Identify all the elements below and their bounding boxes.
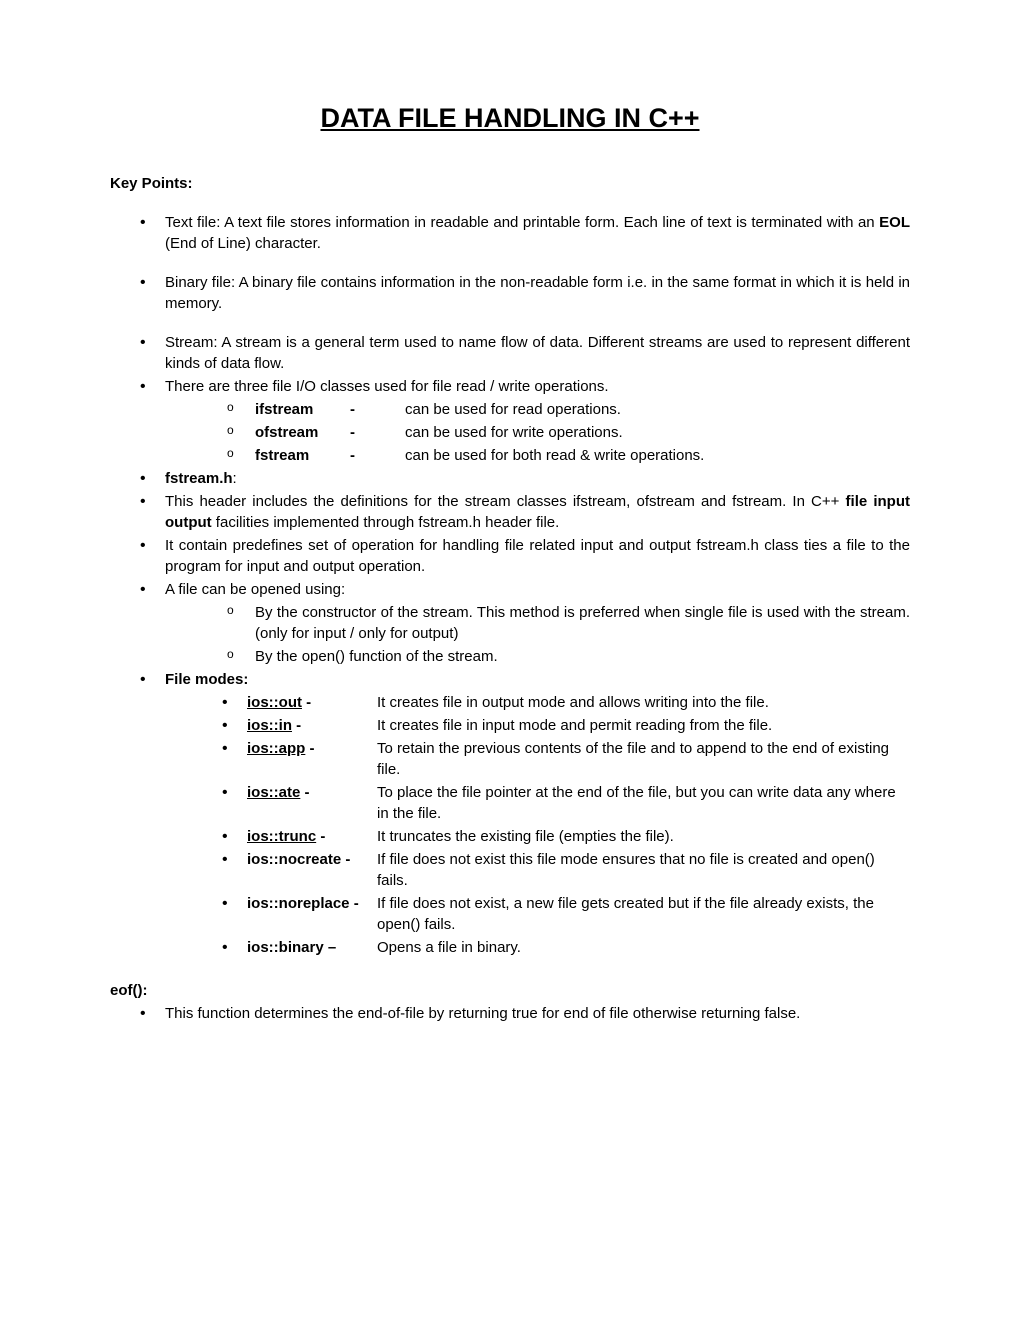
- list-item: ios::in - It creates file in input mode …: [247, 715, 910, 736]
- mode-name: ios::binary –: [247, 937, 377, 958]
- dash: -: [350, 445, 405, 466]
- mode-desc: It truncates the existing file (empties …: [377, 826, 910, 847]
- io-class-name: ifstream: [255, 399, 350, 420]
- list-item: ios::trunc - It truncates the existing f…: [247, 826, 910, 847]
- text-fragment: A file can be opened using:: [165, 581, 345, 598]
- io-class-desc: can be used for write operations.: [405, 422, 623, 443]
- fstream-h: fstream.h: [165, 470, 233, 487]
- list-item: ios::nocreate - If file does not exist t…: [247, 849, 910, 891]
- eof-list: This function determines the end-of-file…: [110, 1003, 910, 1024]
- open-ways-list: By the constructor of the stream. This m…: [165, 602, 910, 667]
- list-item: This function determines the end-of-file…: [165, 1003, 910, 1024]
- file-modes-heading: File modes:: [165, 671, 248, 688]
- dash: -: [350, 422, 405, 443]
- key-points-list: Text file: A text file stores informatio…: [110, 212, 910, 958]
- mode-desc-cont: open() fails.: [377, 914, 910, 935]
- list-item: fstream - can be used for both read & wr…: [255, 445, 910, 466]
- text-fragment: (End of Line) character.: [165, 235, 321, 252]
- list-item: ios::ate - To place the file pointer at …: [247, 782, 910, 824]
- list-item: ios::noreplace - If file does not exist,…: [247, 893, 910, 935]
- list-item: It contain predefines set of operation f…: [165, 535, 910, 577]
- text-fragment: This header includes the definitions for…: [165, 493, 846, 510]
- mode-name: ios::out -: [247, 692, 377, 713]
- list-item: A file can be opened using: By the const…: [165, 579, 910, 667]
- mode-desc: If file does not exist this file mode en…: [377, 849, 910, 870]
- mode-desc: Opens a file in binary.: [377, 937, 910, 958]
- mode-name: ios::in -: [247, 715, 377, 736]
- eol-term: EOL: [879, 214, 910, 231]
- list-item: By the open() function of the stream.: [255, 646, 910, 667]
- file-modes-list: ios::out - It creates file in output mod…: [165, 692, 910, 958]
- eof-heading: eof():: [110, 980, 910, 1001]
- text-fragment: Text file: A text file stores informatio…: [165, 214, 879, 231]
- list-item: Stream: A stream is a general term used …: [165, 332, 910, 374]
- list-item: There are three file I/O classes used fo…: [165, 376, 910, 466]
- list-item: Binary file: A binary file contains info…: [165, 272, 910, 314]
- io-classes-list: ifstream - can be used for read operatio…: [165, 399, 910, 466]
- mode-name: ios::ate -: [247, 782, 377, 803]
- mode-name: ios::nocreate -: [247, 849, 377, 870]
- mode-desc: To retain the previous contents of the f…: [377, 738, 910, 759]
- mode-name: ios::app -: [247, 738, 377, 759]
- list-item: ios::app - To retain the previous conten…: [247, 738, 910, 780]
- page-title: DATA FILE HANDLING IN C++: [110, 100, 910, 138]
- key-points-heading: Key Points:: [110, 173, 910, 194]
- mode-desc: To place the file pointer at the end of …: [377, 782, 910, 803]
- list-item: ios::out - It creates file in output mod…: [247, 692, 910, 713]
- io-class-name: ofstream: [255, 422, 350, 443]
- io-class-name: fstream: [255, 445, 350, 466]
- list-item: ios::binary – Opens a file in binary.: [247, 937, 910, 958]
- text-fragment: There are three file I/O classes used fo…: [165, 378, 609, 395]
- mode-desc-cont: in the file.: [377, 803, 910, 824]
- mode-desc: If file does not exist, a new file gets …: [377, 893, 910, 914]
- mode-desc: It creates file in input mode and permit…: [377, 715, 910, 736]
- mode-name: ios::noreplace -: [247, 893, 377, 914]
- mode-desc: It creates file in output mode and allow…: [377, 692, 910, 713]
- text-fragment: :: [233, 470, 237, 487]
- list-item: File modes: ios::out - It creates file i…: [165, 669, 910, 958]
- mode-desc-cont: fails.: [377, 870, 910, 891]
- list-item: ifstream - can be used for read operatio…: [255, 399, 910, 420]
- list-item: fstream.h:: [165, 468, 910, 489]
- list-item: ofstream - can be used for write operati…: [255, 422, 910, 443]
- list-item: This header includes the definitions for…: [165, 491, 910, 533]
- io-class-desc: can be used for read operations.: [405, 399, 621, 420]
- mode-desc-cont: file.: [377, 759, 910, 780]
- mode-name: ios::trunc -: [247, 826, 377, 847]
- dash: -: [350, 399, 405, 420]
- list-item: By the constructor of the stream. This m…: [255, 602, 910, 644]
- text-fragment: facilities implemented through fstream.h…: [212, 514, 560, 531]
- list-item: Text file: A text file stores informatio…: [165, 212, 910, 254]
- io-class-desc: can be used for both read & write operat…: [405, 445, 704, 466]
